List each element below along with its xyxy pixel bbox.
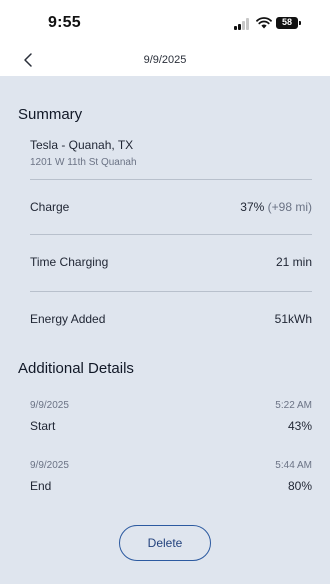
time-charging-value: 21 min <box>275 255 312 269</box>
merchant-name: Tesla - Quanah, TX <box>30 138 134 152</box>
divider <box>30 291 312 292</box>
end-date: 9/9/2025 <box>30 460 69 471</box>
cellular-signal-icon <box>234 18 252 30</box>
charge-percent: 37% <box>240 200 265 214</box>
end-value: 80% <box>287 479 312 493</box>
battery-tip <box>299 21 301 25</box>
nav-title: 9/9/2025 <box>143 54 187 66</box>
start-date: 9/9/2025 <box>30 400 69 411</box>
charge-value: 37% (+98 mi) <box>240 200 312 214</box>
start-label: Start <box>30 419 56 433</box>
status-time: 9:55 <box>48 14 81 31</box>
charge-range-added: (+98 mi) <box>267 200 312 214</box>
additional-details-heading: Additional Details <box>18 360 134 377</box>
divider <box>30 179 312 180</box>
start-time: 5:22 AM <box>275 400 312 411</box>
end-time: 5:44 AM <box>275 460 312 471</box>
energy-added-value: 51kWh <box>274 312 312 326</box>
charge-label: Charge <box>30 200 70 214</box>
battery-level: 58 <box>281 17 292 27</box>
end-label: End <box>30 479 52 493</box>
nav-bar: 9/9/2025 <box>0 44 330 76</box>
delete-button[interactable]: Delete <box>119 525 211 561</box>
wifi-icon <box>256 17 272 29</box>
merchant-address: 1201 W 11th St Quanah <box>30 157 137 168</box>
battery-icon: 58 <box>276 17 298 29</box>
start-value: 43% <box>287 419 312 433</box>
status-bar: 9:55 58 <box>0 0 330 44</box>
time-charging-label: Time Charging <box>30 255 109 269</box>
energy-added-label: Energy Added <box>30 312 106 326</box>
divider <box>30 234 312 235</box>
summary-heading: Summary <box>18 106 83 123</box>
